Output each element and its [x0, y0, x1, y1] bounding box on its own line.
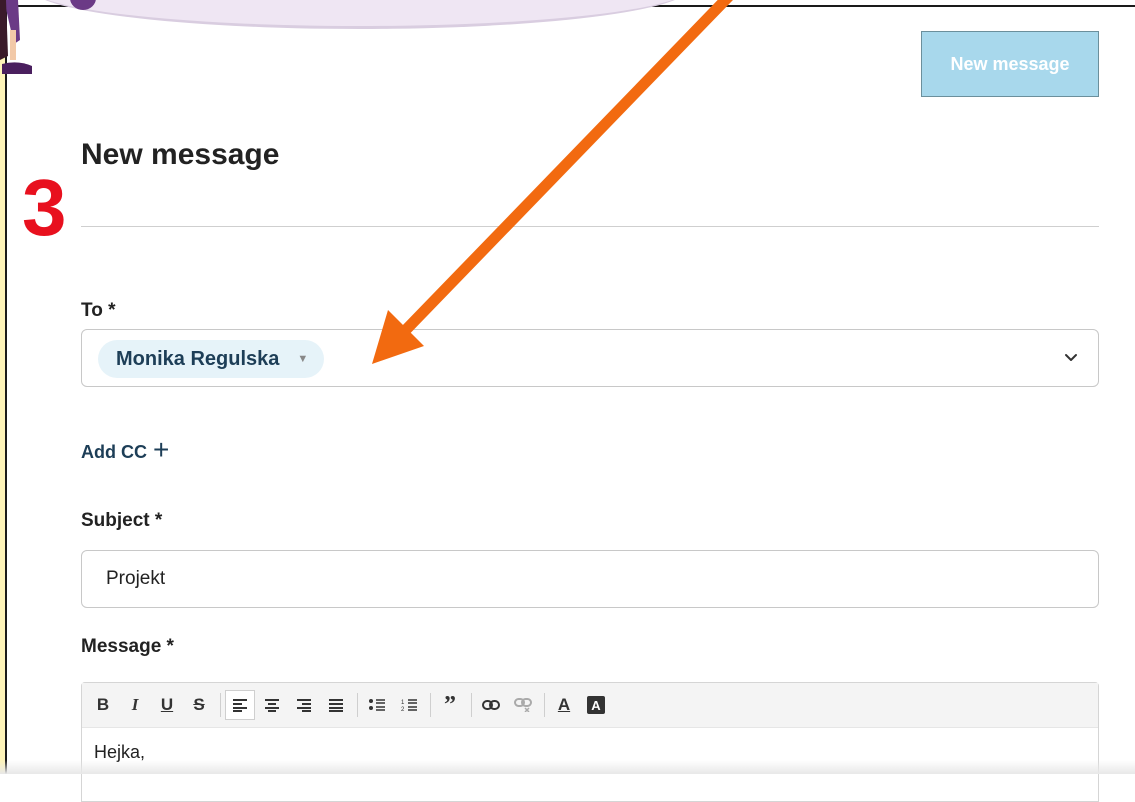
chevron-down-icon[interactable]	[1062, 348, 1080, 366]
add-cc-link[interactable]: Add CC +	[81, 434, 170, 466]
align-center-icon[interactable]	[257, 690, 287, 720]
svg-text:1: 1	[401, 700, 405, 706]
pointer-arrow	[372, 0, 733, 364]
recipient-name: Monika Regulska	[116, 347, 280, 370]
add-cc-label: Add CC	[81, 441, 147, 462]
toolbar-separator	[220, 693, 221, 717]
blockquote-icon[interactable]: ”	[435, 690, 465, 720]
page-title: New message	[81, 138, 280, 171]
link-icon[interactable]	[476, 690, 506, 720]
character-illustration	[0, 0, 32, 74]
align-right-icon[interactable]	[289, 690, 319, 720]
toolbar-separator	[430, 693, 431, 717]
strikethrough-button[interactable]: S	[184, 690, 214, 720]
toolbar-separator	[471, 693, 472, 717]
chip-caret-down-icon[interactable]: ▼	[297, 353, 308, 365]
background-color-glyph: A	[587, 696, 605, 714]
tutorial-frame-left	[0, 0, 7, 774]
unlink-icon[interactable]	[508, 690, 538, 720]
align-left-icon[interactable]	[225, 690, 255, 720]
italic-button[interactable]: I	[120, 690, 150, 720]
toolbar-separator	[544, 693, 545, 717]
recipient-chip[interactable]: Monika Regulska ▼	[98, 340, 325, 378]
bottom-shadow	[0, 760, 1135, 774]
new-message-button[interactable]: New message	[921, 31, 1099, 97]
toolbar-separator	[357, 693, 358, 717]
to-label: To *	[81, 300, 116, 321]
subject-input[interactable]: Projekt	[81, 550, 1099, 608]
step-number: 3	[22, 163, 67, 252]
svg-text:2: 2	[401, 707, 405, 712]
background-color-icon[interactable]: A	[581, 690, 611, 720]
bullet-list-icon[interactable]	[362, 690, 392, 720]
text-color-icon[interactable]: A	[549, 690, 579, 720]
editor-toolbar: B I U S 12 ” A A	[82, 683, 1098, 728]
message-editor[interactable]: B I U S 12 ” A A Hejka,	[81, 682, 1099, 802]
underline-button[interactable]: U	[152, 690, 182, 720]
subject-label: Subject *	[81, 510, 163, 531]
plus-icon: +	[153, 434, 170, 465]
message-label: Message *	[81, 636, 174, 657]
align-justify-icon[interactable]	[321, 690, 351, 720]
bold-button[interactable]: B	[88, 690, 118, 720]
numbered-list-icon[interactable]: 12	[394, 690, 424, 720]
